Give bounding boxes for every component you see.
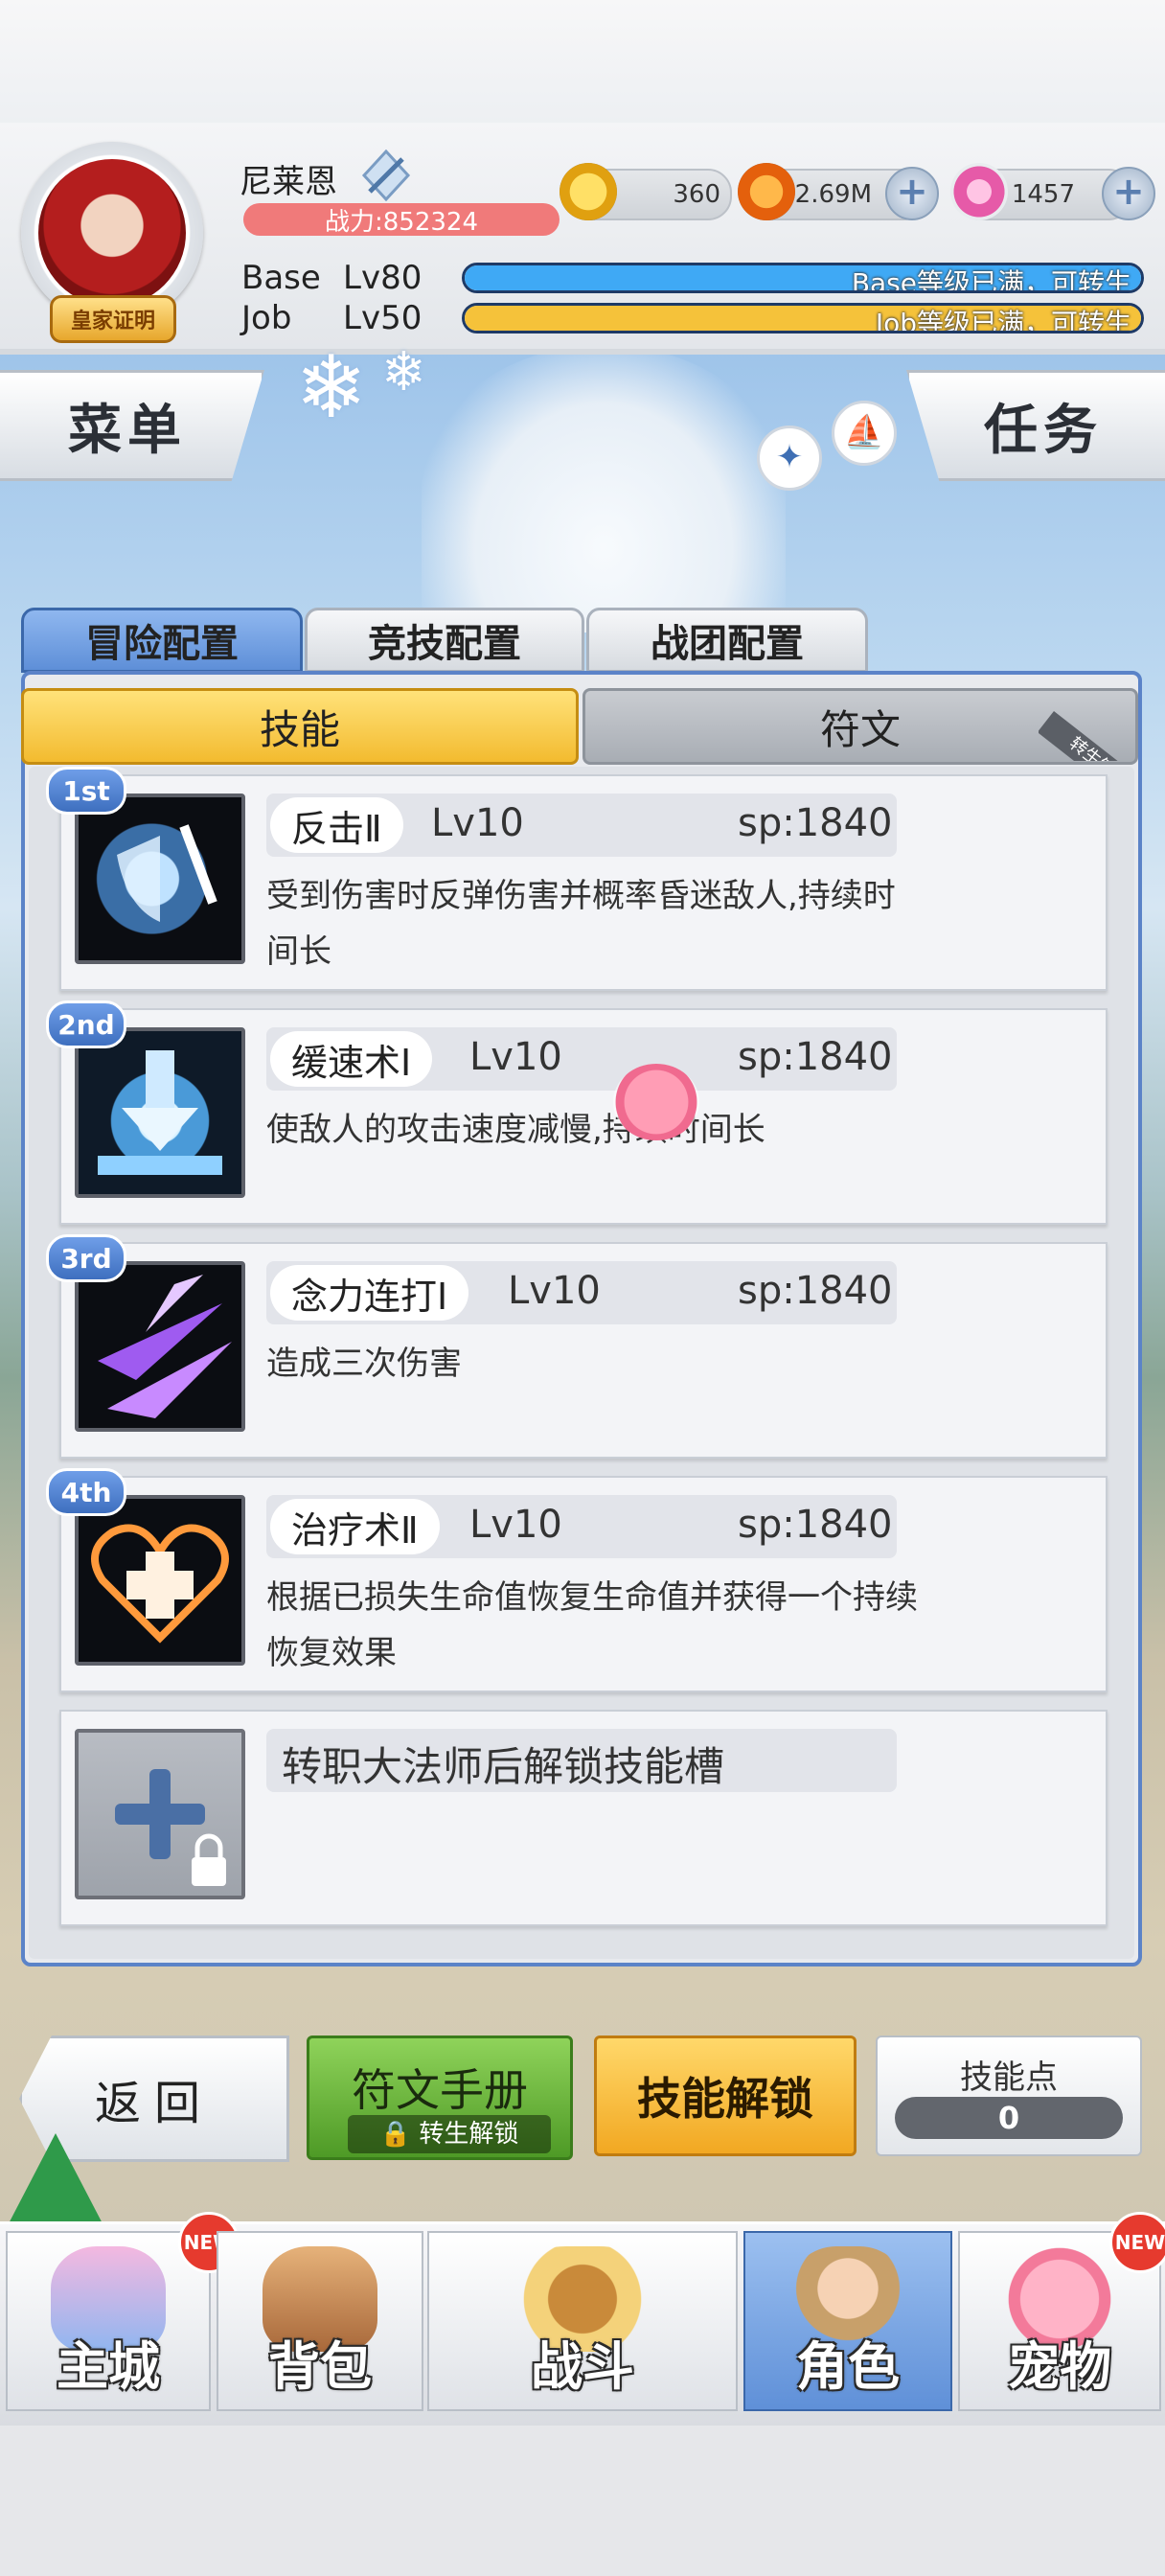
menu-button[interactable]: 菜单 (0, 370, 264, 481)
rune-manual-lock-text: 🔒 转生解锁 (348, 2115, 551, 2153)
top-blank-area (0, 0, 1165, 134)
snowflake-icon: ❄ (295, 337, 368, 438)
nav-label: 主城 (57, 2336, 160, 2397)
pink-gem-icon (950, 163, 1008, 220)
skill-name: 缓速术Ⅰ (270, 1031, 433, 1087)
skill-name: 治疗术Ⅱ (270, 1499, 440, 1554)
skill-sp: sp:1840 (738, 1035, 893, 1079)
zeny-value: 360 (673, 180, 720, 209)
skill-unlock-button[interactable]: 技能解锁 (594, 2036, 857, 2156)
skill-description: 使敌人的攻击速度减慢,持续时间长 (266, 1111, 765, 1149)
nav-label: 背包 (268, 2336, 372, 2397)
nav-character[interactable]: 角色 (743, 2231, 952, 2411)
gold-coin-icon (738, 163, 795, 220)
poring-pet-icon[interactable] (613, 1064, 699, 1140)
skill-points-value: 0 (895, 2097, 1123, 2139)
skill-points-label: 技能点 (960, 2058, 1058, 2097)
base-bar-text: Base等级已满，可转生 (851, 267, 1131, 293)
base-exp-bar: Base等级已满，可转生 (462, 263, 1144, 293)
skill-description: 造成三次伤害 (266, 1345, 462, 1383)
rank-badge: 1st (46, 767, 126, 815)
rank-badge: 4th (46, 1468, 126, 1516)
new-badge: NEW (1109, 2212, 1165, 2273)
skill-level: Lv10 (469, 1035, 562, 1079)
nav-backpack[interactable]: 背包 (217, 2231, 423, 2411)
skill-name: 反击Ⅱ (270, 797, 403, 853)
rank-badge: 2nd (46, 1000, 126, 1048)
base-label: Base (241, 259, 321, 297)
tab-adventure-config[interactable]: 冒险配置 (21, 608, 303, 673)
christmas-tree-icon (6, 2133, 105, 2229)
runes-lock-ribbon: 转生解锁 (1039, 692, 1138, 761)
gold-value: 2.69M (794, 180, 872, 209)
avatar[interactable] (38, 159, 186, 307)
rune-manual-label: 符文手册 (352, 2064, 528, 2116)
snowflake-icon: ❄ (381, 341, 426, 403)
tab-guild-config[interactable]: 战团配置 (586, 608, 868, 673)
job-label: Job (241, 299, 292, 337)
counter-skill-icon[interactable] (75, 794, 245, 964)
skill-sp: sp:1840 (738, 801, 893, 845)
nav-label: 战斗 (531, 2336, 634, 2397)
background-tower (422, 345, 786, 632)
rune-manual-button[interactable]: 符文手册 🔒 转生解锁 (307, 2036, 573, 2160)
skill-points-box: 技能点 0 (876, 2036, 1142, 2156)
zeny-coin-icon (560, 163, 617, 220)
skill-description: 根据已损失生命值恢复生命值并获得一个持续恢复效果 (266, 1578, 918, 1672)
tab-arena-config[interactable]: 竞技配置 (305, 608, 584, 673)
nav-label: 宠物 (1008, 2336, 1111, 2397)
gem-value: 1457 (1011, 180, 1075, 209)
add-gold-button[interactable]: + (885, 167, 939, 220)
bottom-blank-area (0, 2405, 1165, 2576)
job-level: Lv50 (343, 299, 423, 337)
rank-badge: 3rd (46, 1234, 126, 1282)
base-level: Lv80 (343, 259, 423, 297)
skill-level: Lv10 (431, 801, 524, 845)
skill-level: Lv10 (469, 1503, 562, 1547)
subtab-skills[interactable]: 技能 (21, 688, 579, 765)
player-name: 尼莱恩 (240, 163, 337, 201)
psychic-strike-skill-icon[interactable] (75, 1261, 245, 1432)
skill-name: 念力连打Ⅰ (270, 1265, 469, 1321)
slow-skill-icon[interactable] (75, 1027, 245, 1198)
ornament-icon: ✦ (757, 426, 822, 491)
avatar-badge: 皇家证明 (50, 295, 176, 343)
add-gem-button[interactable]: + (1102, 167, 1155, 220)
heal-skill-icon[interactable] (75, 1495, 245, 1666)
combat-power: 战力:852324 (243, 203, 560, 237)
job-emblem-icon (361, 150, 411, 201)
task-button[interactable]: 任务 (906, 370, 1165, 481)
skill-sp: sp:1840 (738, 1269, 893, 1313)
nav-main-city[interactable]: 主城 (6, 2231, 211, 2411)
skill-description: 受到伤害时反弹伤害并概率昏迷敌人,持续时间长 (266, 877, 896, 971)
add-skill-icon[interactable] (75, 1729, 245, 1899)
skill-sp: sp:1840 (738, 1503, 893, 1547)
job-exp-bar: Job等级已满，可转生 (462, 303, 1144, 334)
nav-label: 角色 (796, 2336, 900, 2397)
skill-level: Lv10 (508, 1269, 601, 1313)
locked-slot-text: 转职大法师后解锁技能槽 (282, 1743, 725, 1790)
job-bar-text: Job等级已满，可转生 (875, 308, 1131, 334)
ornament-icon: ⛵ (832, 401, 897, 466)
runes-ribbon-text: 转生解锁 (1039, 711, 1138, 761)
nav-battle[interactable]: 战斗 (427, 2231, 738, 2411)
